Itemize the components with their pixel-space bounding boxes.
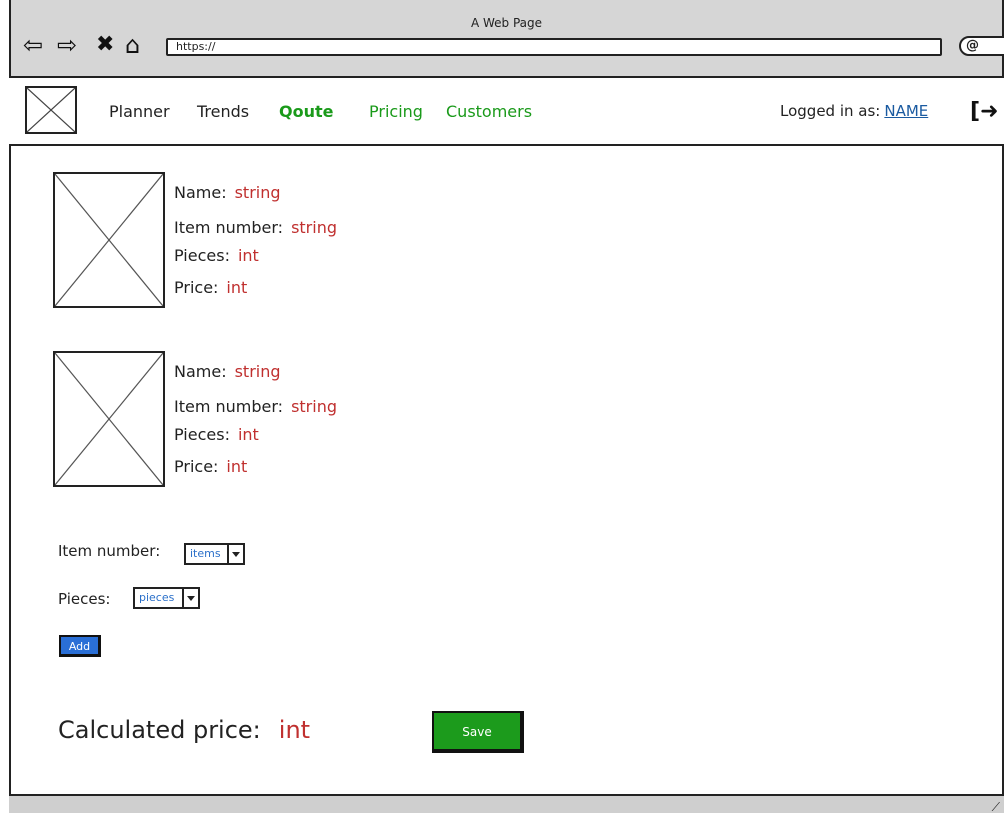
- chevron-down-icon: [182, 589, 198, 607]
- pieces-label: Pieces:: [174, 246, 230, 265]
- calculated-price-value: int: [278, 716, 311, 744]
- window-title: A Web Page: [470, 16, 543, 30]
- bottom-status-bar: ⟋: [9, 794, 1004, 814]
- item-image-placeholder: [53, 172, 165, 308]
- item-pieces-field: Pieces: int: [174, 246, 259, 265]
- item-number-field: Item number: string: [174, 218, 337, 237]
- item-number-value: string: [291, 397, 337, 416]
- logged-in-label: Logged in as:: [780, 102, 881, 120]
- item-number-label: Item number:: [174, 397, 284, 416]
- pieces-value: int: [237, 246, 259, 265]
- home-icon[interactable]: ⌂: [125, 33, 151, 57]
- forward-arrow-icon[interactable]: ⇨: [57, 33, 83, 57]
- browser-chrome: A Web Page ⇦ ⇨ ✖ ⌂ https:// @: [9, 0, 1004, 78]
- item-number-value: string: [291, 218, 337, 237]
- logout-icon[interactable]: [➜: [970, 99, 999, 124]
- add-button[interactable]: Add: [59, 635, 101, 657]
- nav-item-qoute[interactable]: Qoute: [279, 102, 333, 121]
- search-button[interactable]: @: [959, 36, 1004, 56]
- calculated-price-label: Calculated price:: [58, 716, 261, 744]
- item-number-select-label: Item number:: [58, 542, 161, 560]
- item-name-field: Name: string: [174, 362, 281, 381]
- nav-item-planner[interactable]: Planner: [109, 102, 170, 121]
- name-value: string: [234, 362, 281, 381]
- logo-placeholder-image: [25, 86, 77, 134]
- price-value: int: [226, 278, 248, 297]
- user-name-link[interactable]: NAME: [884, 102, 928, 120]
- logged-in-status: Logged in as: NAME: [780, 102, 928, 120]
- close-icon[interactable]: ✖: [96, 33, 122, 57]
- top-nav-bar: Planner Trends Qoute Pricing Customers L…: [9, 78, 1004, 146]
- price-label: Price:: [174, 457, 219, 476]
- item-image-placeholder: [53, 351, 165, 487]
- item-price-field: Price: int: [174, 278, 247, 297]
- pieces-select-value: pieces: [139, 591, 175, 604]
- nav-item-customers[interactable]: Customers: [446, 102, 532, 121]
- name-value: string: [234, 183, 281, 202]
- nav-item-pricing[interactable]: Pricing: [369, 102, 423, 121]
- item-number-label: Item number:: [174, 218, 284, 237]
- search-icon: @: [966, 38, 979, 53]
- back-arrow-icon[interactable]: ⇦: [23, 33, 49, 57]
- pieces-value: int: [237, 425, 259, 444]
- nav-item-trends[interactable]: Trends: [197, 102, 249, 121]
- item-number-select-value: items: [190, 547, 221, 560]
- item-number-field: Item number: string: [174, 397, 337, 416]
- calculated-price: Calculated price: int: [58, 716, 310, 744]
- name-label: Name:: [174, 183, 227, 202]
- save-button[interactable]: Save: [432, 711, 524, 753]
- pieces-label: Pieces:: [174, 425, 230, 444]
- chevron-down-icon: [227, 545, 243, 563]
- item-number-select[interactable]: items: [184, 543, 245, 565]
- url-field[interactable]: https://: [166, 38, 942, 56]
- item-price-field: Price: int: [174, 457, 247, 476]
- name-label: Name:: [174, 362, 227, 381]
- price-value: int: [226, 457, 248, 476]
- pieces-select-label: Pieces:: [58, 590, 111, 608]
- item-name-field: Name: string: [174, 183, 281, 202]
- price-label: Price:: [174, 278, 219, 297]
- pieces-select[interactable]: pieces: [133, 587, 200, 609]
- item-pieces-field: Pieces: int: [174, 425, 259, 444]
